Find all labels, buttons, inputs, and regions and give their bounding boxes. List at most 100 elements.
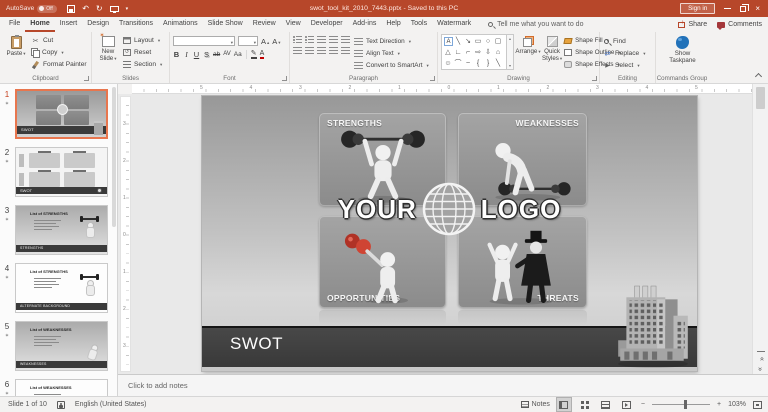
font-name-combo[interactable] (173, 36, 235, 47)
collapse-ribbon-icon[interactable] (755, 72, 762, 79)
font-color-button[interactable]: A (259, 50, 264, 59)
slide-thumbnail-1[interactable]: 1 ✶ SWOT (0, 88, 117, 142)
elbow-connector-shape[interactable]: ∟ (453, 47, 463, 58)
accessibility-checker-icon[interactable] (56, 400, 65, 409)
scrollbar-thumb[interactable] (756, 87, 765, 109)
layout-button[interactable]: Layout ▾ (123, 35, 162, 46)
align-left-icon[interactable] (293, 47, 302, 54)
rectangle-shape[interactable]: ▭ (473, 36, 483, 47)
decrease-indent-icon[interactable] (317, 36, 326, 43)
bold-button[interactable]: B (173, 50, 180, 59)
replace-button[interactable]: ⇄ Replace ▾ (603, 48, 653, 59)
character-spacing-button[interactable]: AV (223, 51, 231, 57)
tab-developer[interactable]: Developer (306, 17, 348, 32)
left-brace-shape[interactable]: { (473, 58, 483, 69)
tab-home[interactable]: Home (25, 17, 55, 32)
line-shape[interactable]: ╲ (453, 36, 463, 47)
convert-to-smartart-button[interactable]: Convert to SmartArt ▾ (354, 60, 429, 71)
vertical-scrollbar[interactable]: « « (752, 84, 768, 374)
slide-sorter-view-button[interactable] (578, 398, 592, 411)
tab-design[interactable]: Design (82, 17, 114, 32)
triangle-shape[interactable]: △ (443, 47, 453, 58)
bullets-icon[interactable] (293, 36, 302, 43)
save-icon[interactable] (67, 4, 76, 13)
next-slide-button[interactable]: « (757, 367, 764, 371)
italic-button[interactable]: I (183, 50, 190, 59)
shape-gallery-scrollbar[interactable]: ▴ ▾ (507, 34, 514, 70)
tab-help[interactable]: Help (381, 17, 405, 32)
zoom-slider-thumb[interactable] (683, 400, 687, 409)
show-taskpane-button[interactable]: Show Taskpane (663, 34, 703, 72)
zoom-out-button[interactable]: − (641, 401, 645, 408)
tell-me-search[interactable]: Tell me what you want to do (488, 17, 583, 32)
change-case-button[interactable]: Aa (234, 51, 242, 58)
copy-button[interactable]: Copy ▾ (31, 47, 87, 58)
cut-button[interactable]: ✂ Cut (31, 35, 87, 46)
curve-shape[interactable]: ~ (463, 58, 473, 69)
reset-button[interactable]: ↺ Reset (123, 47, 162, 58)
clipboard-dialog-launcher[interactable] (84, 76, 89, 81)
text-shadow-button[interactable]: S (203, 50, 210, 59)
tab-view[interactable]: View (281, 17, 306, 32)
slide-thumbnail-5[interactable]: 5 ✶ List of WEAKNESSES WEAKNESSES (0, 320, 117, 374)
select-button[interactable]: ▶ Select ▾ (603, 60, 653, 71)
font-dialog-launcher[interactable] (282, 76, 287, 81)
underline-button[interactable]: U (193, 50, 200, 59)
zoom-in-button[interactable]: + (717, 401, 721, 408)
font-size-combo[interactable] (238, 36, 258, 47)
align-text-button[interactable]: Align Text ▾ (354, 48, 429, 59)
paste-button[interactable]: Paste▾ (3, 34, 29, 72)
text-highlight-button[interactable]: ✎ (250, 49, 257, 59)
zoom-slider[interactable] (652, 400, 710, 409)
arrow-shape[interactable]: ↘ (463, 36, 473, 47)
pentagon-shape[interactable]: ⌂ (493, 47, 503, 58)
redo-icon[interactable]: ↻ (96, 4, 103, 13)
previous-slide-button[interactable]: « (758, 357, 765, 361)
normal-view-button[interactable] (555, 397, 572, 412)
find-button[interactable]: Find (603, 36, 653, 47)
increase-font-size-button[interactable]: A▴ (261, 37, 269, 46)
align-right-icon[interactable] (317, 47, 326, 54)
slide-1-canvas[interactable]: STRENGTHS WEAKNESSES OPPORTUNITIES THREA… (202, 96, 697, 371)
down-arrow-shape[interactable]: ⇩ (483, 47, 493, 58)
language-indicator[interactable]: English (United States) (75, 401, 147, 408)
elbow-arrow-connector-shape[interactable]: ⌐ (463, 47, 473, 58)
oval-shape[interactable]: ○ (483, 36, 493, 47)
tab-tools[interactable]: Tools (406, 17, 432, 32)
office-building-graphic[interactable] (610, 285, 696, 371)
tab-insert[interactable]: Insert (55, 17, 83, 32)
slide-thumbnail-3[interactable]: 3 ✶ List of STRENGTHS STRENGTHS (0, 204, 117, 258)
align-center-icon[interactable] (305, 47, 314, 54)
text-direction-button[interactable]: Text Direction ▾ (354, 36, 429, 47)
right-brace-shape[interactable]: } (483, 58, 493, 69)
split-handle-icon[interactable] (757, 351, 765, 352)
format-painter-button[interactable]: Format Painter (31, 59, 87, 70)
fit-slide-to-window-icon[interactable] (753, 400, 762, 409)
slide-thumbnail-2[interactable]: 2 ✶ SWOT (0, 146, 117, 200)
tab-watermark[interactable]: Watermark (432, 17, 476, 32)
tab-animations[interactable]: Animations (158, 17, 203, 32)
diagonal-line-shape[interactable]: ╲ (493, 58, 503, 69)
autosave-toggle[interactable]: AutoSave Off (6, 4, 58, 13)
text-box-shape[interactable]: A (444, 37, 453, 46)
columns-icon[interactable] (341, 47, 350, 54)
slideshow-view-button[interactable] (620, 398, 634, 411)
slide-thumbnail-6[interactable]: 6 ✶ List of WEAKNESSES (0, 378, 117, 396)
close-icon[interactable]: × (755, 4, 760, 13)
quick-styles-button[interactable]: Quick Styles▾ (542, 34, 562, 72)
minimize-icon[interactable] (724, 8, 732, 9)
slide-thumbnail-4[interactable]: 4 ✶ List of STRENGTHS ALTERNATE BACKGROUND (0, 262, 117, 316)
decrease-font-size-button[interactable]: A▾ (272, 37, 280, 46)
tab-transitions[interactable]: Transitions (114, 17, 158, 32)
paragraph-dialog-launcher[interactable] (430, 76, 435, 81)
undo-icon[interactable]: ↶ (82, 4, 89, 13)
rounded-rectangle-shape[interactable]: ▢ (493, 36, 503, 47)
logo-placeholder[interactable]: YOUR LOGO (202, 180, 697, 238)
smiley-face-shape[interactable]: ☺ (443, 58, 453, 69)
drawing-dialog-launcher[interactable] (592, 76, 597, 81)
increase-indent-icon[interactable] (329, 36, 338, 43)
strikethrough-button[interactable]: ab (213, 51, 220, 58)
new-slide-button[interactable]: New Slide▾ (95, 33, 121, 72)
justify-icon[interactable] (329, 47, 338, 54)
tab-file[interactable]: File (4, 17, 25, 32)
